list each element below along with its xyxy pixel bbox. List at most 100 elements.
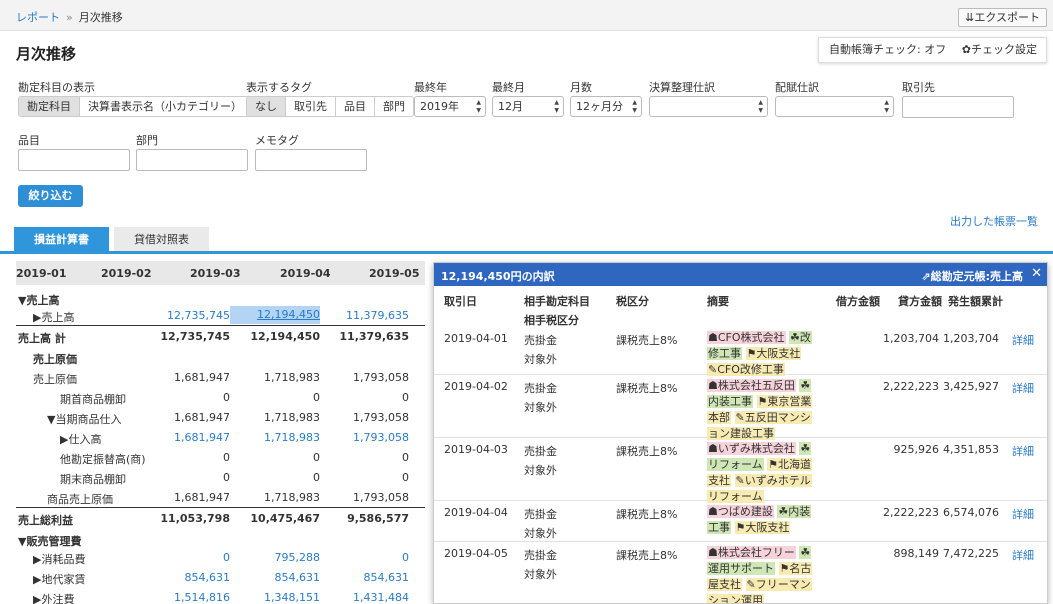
account-display-toggle: 勘定科目 決算書表示名（小カテゴリー） [18,96,251,117]
cell-value[interactable]: 795,288 [240,551,321,564]
row-label[interactable]: ▼当期商品仕入 [47,411,121,427]
row-label[interactable]: ▶消耗品費 [33,551,85,567]
row-label: 売上原価 [33,373,77,386]
breadcrumb-separator: » [66,11,73,24]
months-select[interactable]: 12ヶ月分 ▲ ▼ [570,96,642,117]
department-input[interactable] [136,149,248,171]
page-title: 月次推移 [16,45,77,63]
breadcrumb-reports-link[interactable]: レポート [16,11,60,24]
partner-label: 取引先 [902,81,935,94]
entry-detail-link[interactable]: 詳細 [1012,332,1034,348]
row-label: 売上高 計 [18,332,66,345]
table-row: 期首商品棚卸 0 0 0 [16,387,425,407]
popup-row: 2019-04-03 売掛金 対象外 課税売上8% ☗いずみ株式会社 ☘リフォーム ⚑北… [434,438,1047,503]
row-label: 商品売上原価 [47,493,113,506]
tag-option-item[interactable]: 品目 [336,97,375,116]
cell-value: 12,735,745 [160,330,230,343]
tab-balance-sheet[interactable]: 貸借対照表 [114,227,209,252]
cell-value: 11,379,635 [339,330,409,343]
entry-detail-link[interactable]: 詳細 [1012,380,1034,396]
cell-value: 0 [313,451,320,464]
cell-value: 11,053,798 [160,512,230,525]
table-row: ▶地代家賃 854,631 854,631 854,631 [16,567,425,587]
cell-value[interactable]: 1,514,816 [150,591,230,604]
table-row: ▶仕入高 1,681,947 1,718,983 1,793,058 [16,427,425,447]
cell-value[interactable]: 854,631 [240,571,321,584]
tag-option-none[interactable]: なし [247,97,286,116]
row-label[interactable]: ▶仕入高 [60,431,101,447]
table-row: 商品売上原価 1,681,947 1,718,983 1,793,058 [16,487,425,507]
entry-tax: 課税売上8% [616,445,678,458]
closing-entries-select[interactable]: ▲ ▼ [649,96,768,117]
closing-entries-label: 決算整理仕訳 [649,81,715,94]
cell-value: 0 [313,471,320,484]
entry-tax: 課税売上8% [616,549,678,562]
cell-value[interactable]: 0 [150,551,230,564]
month-header: 2019-03 [190,267,241,280]
cell-value[interactable]: 1,718,983 [240,431,320,444]
row-label[interactable]: ▶地代家賃 [33,571,85,587]
allocation-entries-select[interactable]: ▲ ▼ [775,96,894,117]
close-icon[interactable]: ✕ [1031,266,1042,281]
entry-detail-link[interactable]: 詳細 [1012,547,1034,563]
popup-header: 12,194,450円の内訳 ⇗総勘定元帳:売上高 ✕ [434,263,1047,286]
entry-date: 2019-04-05 [444,547,508,560]
entry-tags: ☗いずみ株式会社 ☘リフォーム ⚑北海道支社 ✎いずみホテルリフォーム [707,441,817,505]
cell-value: 1,718,983 [264,491,320,504]
tag-option-department[interactable]: 部門 [375,97,413,116]
tag-option-partner[interactable]: 取引先 [286,97,336,116]
entry-cumulative: 4,351,853 [943,443,999,456]
cell-value[interactable]: 854,631 [329,571,410,584]
cell-value[interactable]: 11,379,635 [329,309,409,322]
cell-value[interactable]: 12,194,450 [230,306,320,324]
entry-tag: ☗つばめ建設 [707,505,774,518]
cell-value[interactable]: 0 [329,551,409,564]
entry-detail-link[interactable]: 詳細 [1012,506,1034,522]
memo-tag-input[interactable] [255,149,367,171]
entry-partner-tax: 対象外 [524,464,557,477]
select-arrow-icon: ▲ ▼ [632,99,637,114]
row-label[interactable]: ▶外注費 [33,591,74,604]
cell-value: 12,194,450 [250,330,320,343]
col-tax: 税区分 [616,295,649,308]
cell-value: 0 [223,451,230,464]
item-input[interactable] [18,149,130,171]
entry-tag: ☗いずみ株式会社 [707,442,796,455]
entry-tag: ☗CFO株式会社 [707,331,786,344]
output-reports-link[interactable]: 出力した帳票一覧 [950,213,1038,229]
cell-value[interactable]: 1,431,484 [329,591,409,604]
cell-value[interactable]: 854,631 [150,571,231,584]
popup-title: 12,194,450円の内訳 [441,270,555,283]
entry-tags: ☗CFO株式会社 ☘改修工事 ⚑大阪支社 ✎CFO改修工事 [707,330,817,378]
entry-tags: ☗つばめ建設 ☘内装工事 ⚑大阪支社 [707,504,817,536]
account-display-option-statement-name[interactable]: 決算書表示名（小カテゴリー） [80,97,250,116]
table-row: ▶外注費 1,514,816 1,348,151 1,431,484 [16,587,425,604]
cell-value: 0 [402,391,409,404]
cell-value: 9,586,577 [347,512,409,525]
partner-input[interactable] [902,96,1014,118]
cell-value[interactable]: 12,735,745 [150,309,230,322]
cell-value[interactable]: 1,793,058 [329,431,409,444]
last-month-select[interactable]: 12月 ▲ ▼ [492,96,564,117]
row-label: 売上原価 [33,353,77,366]
breadcrumb-current: 月次推移 [78,11,123,24]
filter-button[interactable]: 絞り込む [18,185,83,207]
last-year-select[interactable]: 2019年 ▲ ▼ [414,96,486,117]
ledger-link[interactable]: ⇗総勘定元帳:売上高 [921,268,1023,284]
cell-value[interactable]: 1,348,151 [240,591,320,604]
entry-detail-link[interactable]: 詳細 [1012,443,1034,459]
table-row: 売上原価 [16,347,425,367]
export-button[interactable]: ⇊エクスポート [958,8,1047,27]
tab-profit-loss[interactable]: 損益計算書 [14,227,109,252]
cell-value: 0 [313,391,320,404]
entry-cumulative: 7,472,225 [943,547,999,560]
cell-value[interactable]: 1,681,947 [150,431,230,444]
check-settings-link[interactable]: ✿チェック設定 [962,38,1037,62]
entry-account: 売掛金 [524,382,557,395]
table-row: ▼販売管理費 [16,529,425,549]
row-label[interactable]: ▶売上高 [33,309,74,325]
table-row: ▼当期商品仕入 1,681,947 1,718,983 1,793,058 [16,407,425,427]
entry-account: 売掛金 [524,549,557,562]
account-display-option-account[interactable]: 勘定科目 [19,97,80,116]
entry-tag: ☗株式会社フリー [707,546,796,559]
